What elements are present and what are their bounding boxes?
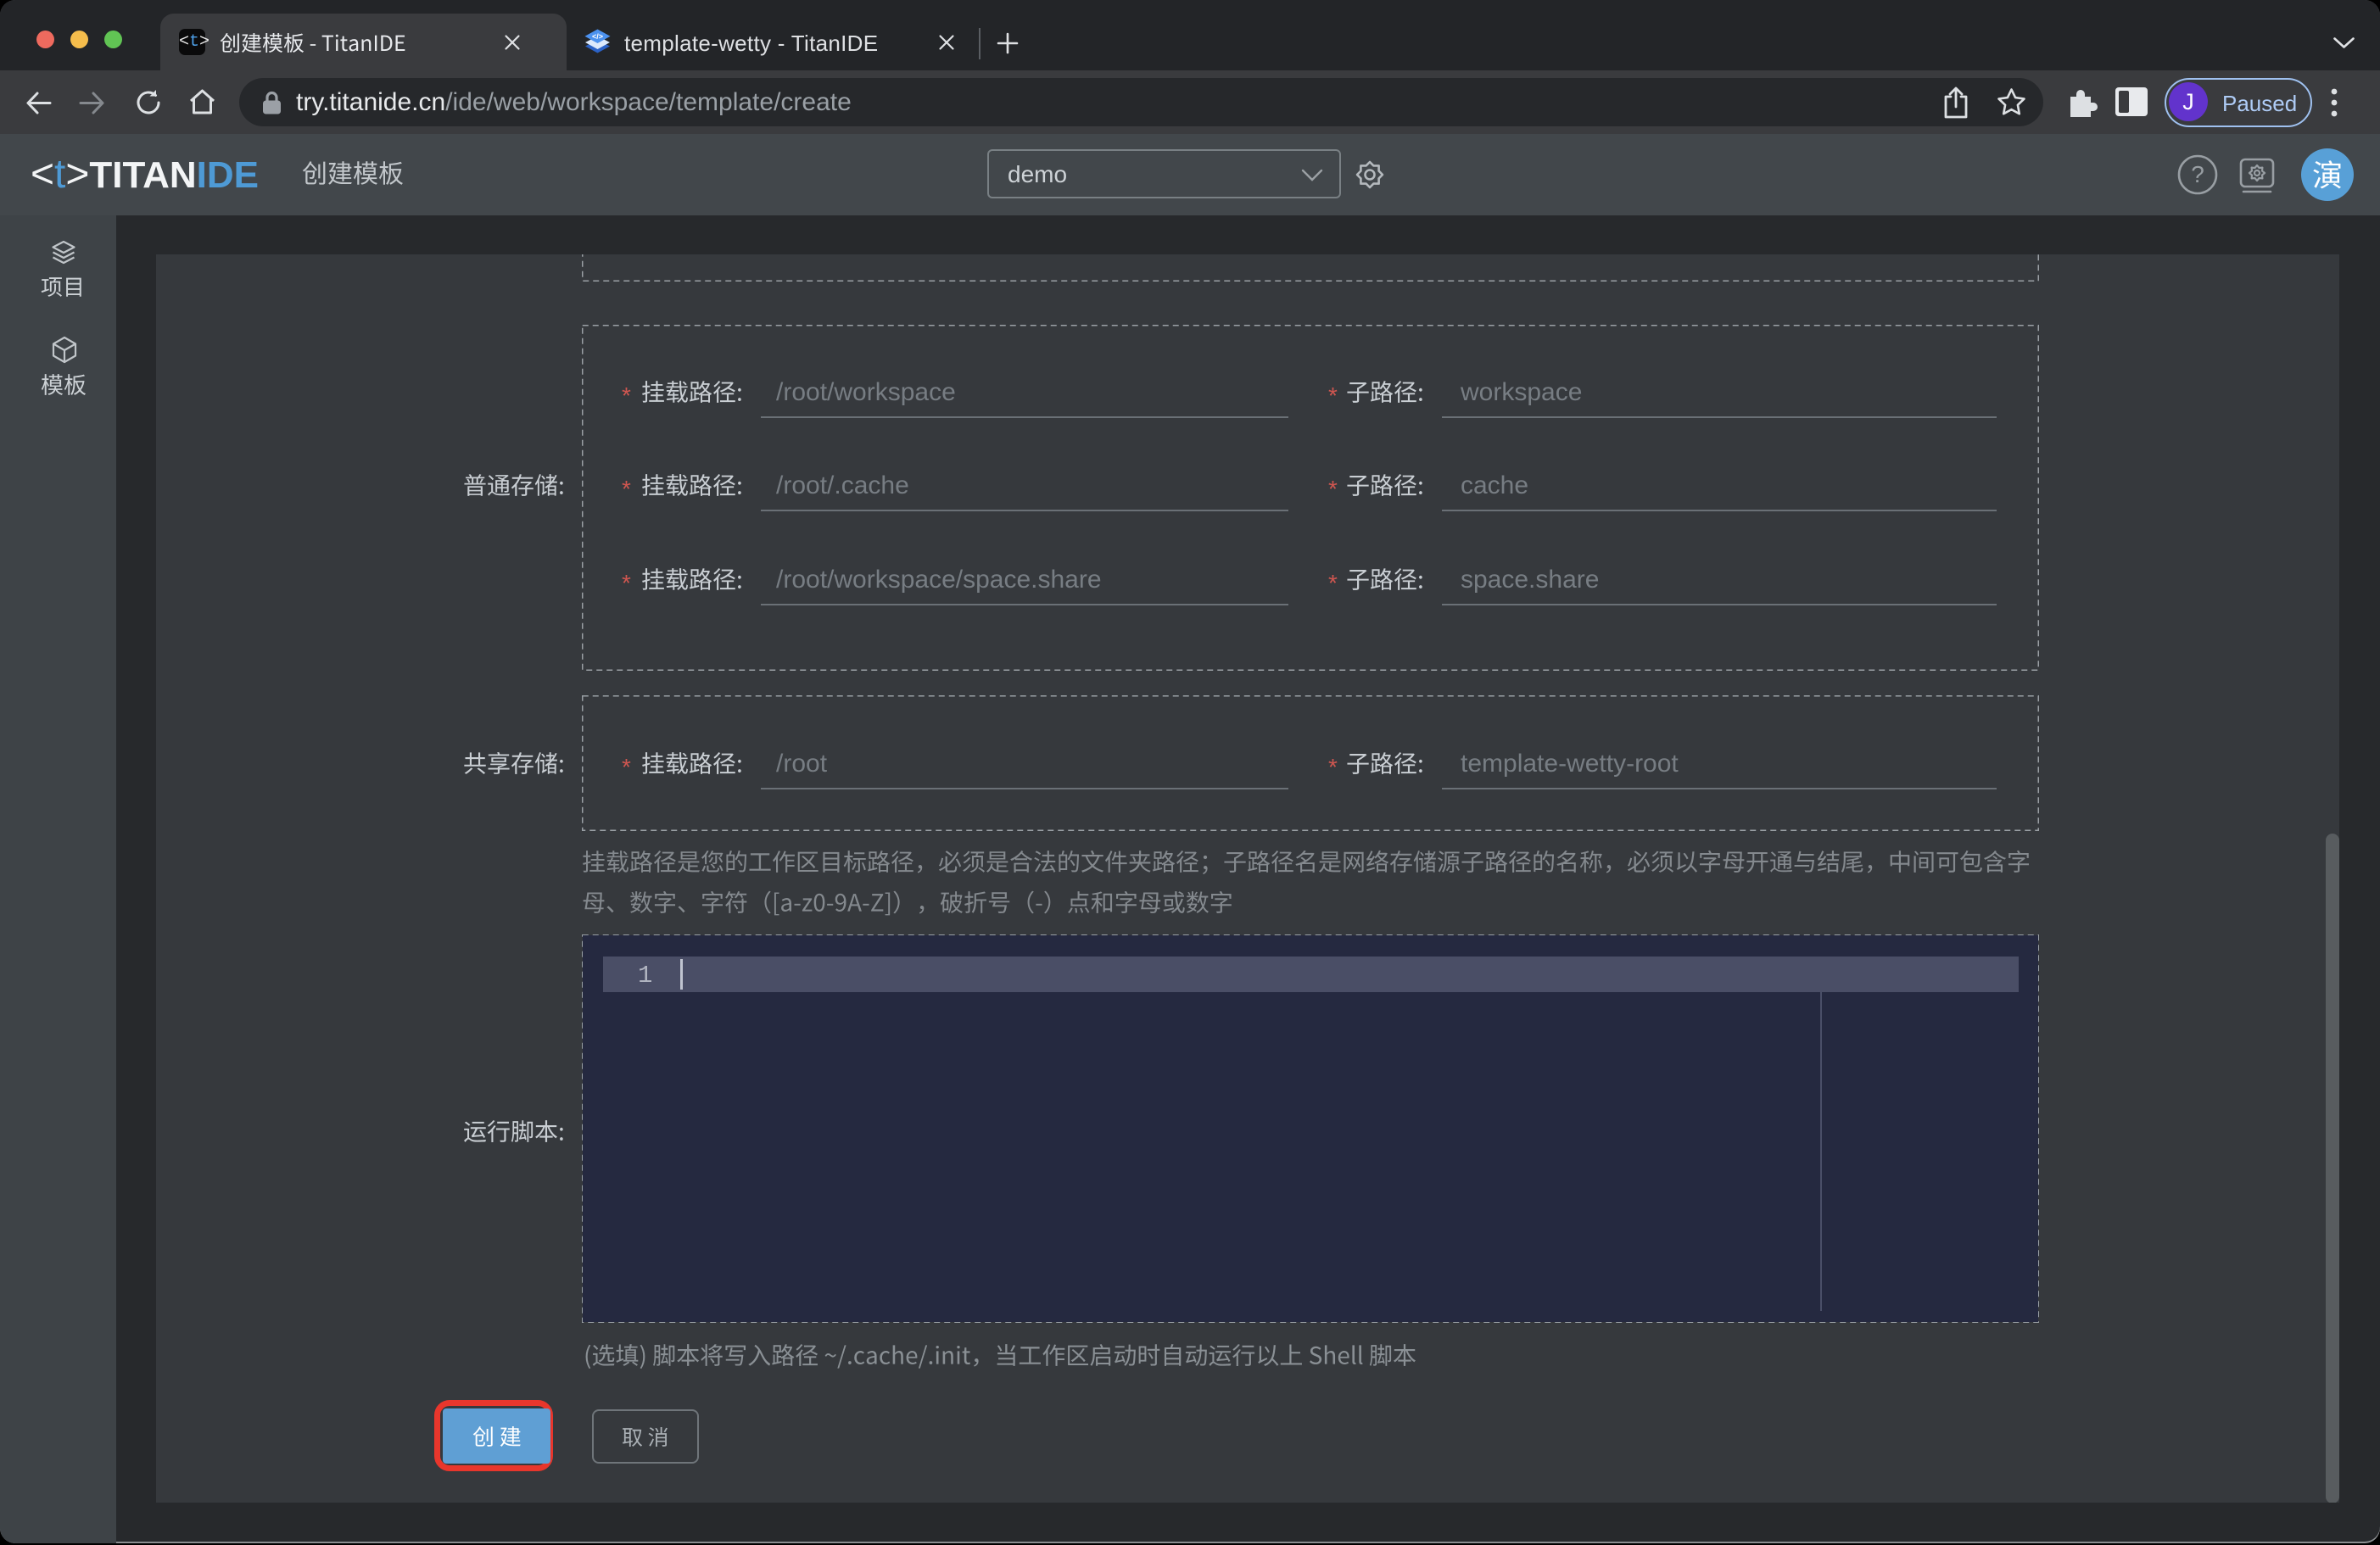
svg-text:?: ?: [2191, 161, 2204, 187]
svg-text:</>: </>: [592, 32, 603, 41]
